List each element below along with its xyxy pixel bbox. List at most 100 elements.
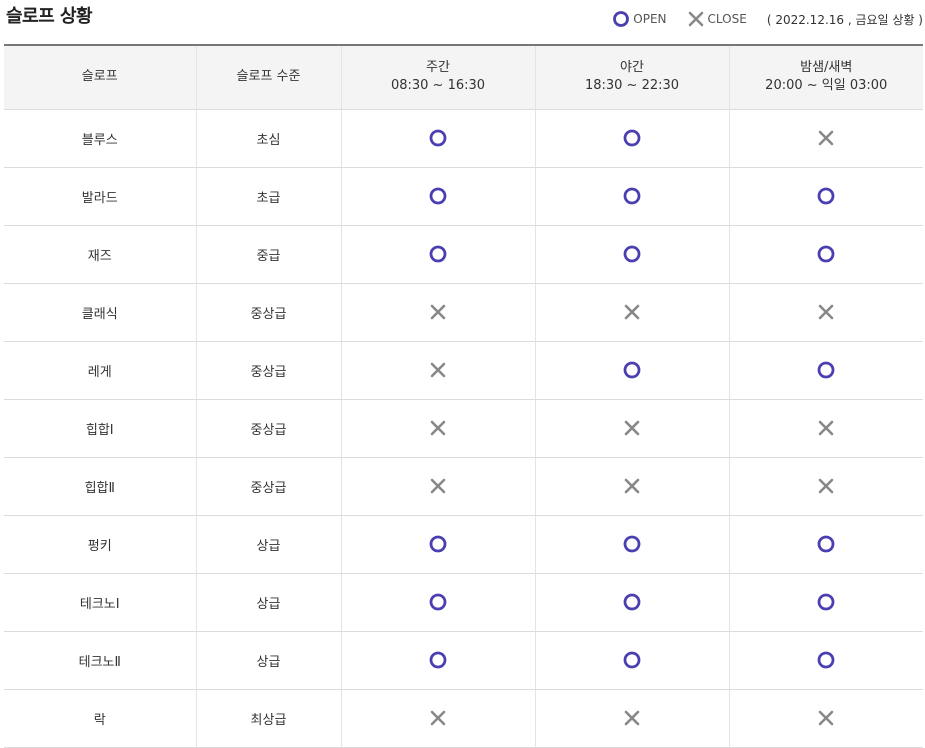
legend: OPEN CLOSE ( 2022.12.16 , 금요일 상황 ) [612, 10, 923, 28]
open-circle-icon [429, 245, 447, 263]
table-row: 클래식 중상급 [4, 283, 923, 342]
slope-name-cell: 레게 [4, 341, 196, 400]
close-x-icon [430, 420, 446, 436]
open-circle-icon [429, 651, 447, 669]
open-circle-icon [623, 651, 641, 669]
status-cell-day [340, 109, 535, 168]
close-x-icon [818, 304, 834, 320]
open-circle-icon [623, 245, 641, 263]
legend-open: OPEN [612, 10, 667, 28]
open-circle-icon [623, 361, 641, 379]
slope-name-cell: 테크노Ⅰ [4, 573, 196, 632]
open-circle-icon [429, 593, 447, 611]
slope-level-cell: 중상급 [195, 341, 341, 400]
table-row: 재즈 중급 [4, 225, 923, 284]
close-x-icon [624, 710, 640, 726]
table-row: 블루스 초심 [4, 109, 923, 168]
slope-name-cell: 테크노Ⅱ [4, 631, 196, 690]
page-header: 슬로프 상황 OPEN CLOSE ( 2022.12.16 , 금요일 상황 … [0, 0, 925, 44]
open-circle-icon [429, 535, 447, 553]
slope-name-cell: 블루스 [4, 109, 196, 168]
close-x-icon [688, 11, 703, 27]
status-cell-overnight [728, 167, 923, 226]
status-cell-night [534, 109, 729, 168]
status-cell-day [340, 457, 535, 516]
open-circle-icon [613, 11, 630, 27]
status-cell-overnight [728, 399, 923, 458]
open-circle-icon [817, 651, 835, 669]
close-x-icon [818, 420, 834, 436]
slope-status-table: 슬로프 슬로프 수준 주간 08:30 ~ 16:30 야간 18:30 ~ 22:… [4, 44, 923, 748]
table-header-row: 슬로프 슬로프 수준 주간 08:30 ~ 16:30 야간 18:30 ~ 22:… [4, 44, 923, 110]
close-x-icon [430, 362, 446, 378]
slope-level-cell: 중급 [195, 225, 341, 284]
table-row: 힙합Ⅰ 중상급 [4, 399, 923, 458]
col-header-level: 슬로프 수준 [195, 44, 341, 110]
status-date: ( 2022.12.16 , 금요일 상황 ) [766, 12, 923, 27]
open-circle-icon [817, 535, 835, 553]
status-cell-day [340, 167, 535, 226]
close-x-icon [430, 304, 446, 320]
open-circle-icon [623, 535, 641, 553]
table-row: 힙합Ⅱ 중상급 [4, 457, 923, 516]
table-row: 레게 중상급 [4, 341, 923, 400]
slope-name-cell: 클래식 [4, 283, 196, 342]
table-row: 발라드 초급 [4, 167, 923, 226]
col-header-slope: 슬로프 [4, 44, 196, 110]
status-cell-night [534, 225, 729, 284]
status-cell-overnight [728, 689, 923, 748]
open-circle-icon [623, 129, 641, 147]
col-header-night: 야간 18:30 ~ 22:30 [534, 44, 729, 110]
slope-level-cell: 중상급 [195, 399, 341, 458]
status-cell-overnight [728, 109, 923, 168]
status-cell-overnight [728, 631, 923, 690]
open-circle-icon [429, 129, 447, 147]
open-circle-icon [623, 593, 641, 611]
slope-level-cell: 상급 [195, 515, 341, 574]
status-cell-day [340, 341, 535, 400]
open-circle-icon [817, 361, 835, 379]
legend-close: CLOSE [687, 10, 747, 28]
slope-level-cell: 상급 [195, 631, 341, 690]
table-row: 테크노Ⅱ 상급 [4, 631, 923, 690]
slope-level-cell: 초심 [195, 109, 341, 168]
status-cell-night [534, 457, 729, 516]
open-circle-icon [429, 187, 447, 205]
slope-name-cell: 힙합Ⅱ [4, 457, 196, 516]
status-cell-day [340, 515, 535, 574]
status-cell-overnight [728, 457, 923, 516]
close-x-icon [818, 478, 834, 494]
page-title: 슬로프 상황 [6, 6, 93, 27]
status-cell-night [534, 689, 729, 748]
close-x-icon [818, 130, 834, 146]
slope-name-cell: 락 [4, 689, 196, 748]
close-x-icon [430, 710, 446, 726]
slope-name-cell: 발라드 [4, 167, 196, 226]
col-header-overnight: 밤샘/새벽 20:00 ~ 익일 03:00 [728, 44, 923, 110]
status-cell-day [340, 573, 535, 632]
close-x-icon [818, 710, 834, 726]
status-cell-night [534, 399, 729, 458]
status-cell-day [340, 631, 535, 690]
slope-level-cell: 초급 [195, 167, 341, 226]
col-header-day: 주간 08:30 ~ 16:30 [340, 44, 535, 110]
close-x-icon [624, 304, 640, 320]
legend-close-label: CLOSE [707, 12, 747, 26]
open-circle-icon [623, 187, 641, 205]
status-cell-night [534, 515, 729, 574]
status-cell-overnight [728, 573, 923, 632]
slope-name-cell: 펑키 [4, 515, 196, 574]
status-cell-night [534, 283, 729, 342]
status-cell-night [534, 167, 729, 226]
status-cell-overnight [728, 341, 923, 400]
open-circle-icon [817, 187, 835, 205]
open-circle-icon [817, 593, 835, 611]
slope-level-cell: 중상급 [195, 457, 341, 516]
table-row: 테크노Ⅰ 상급 [4, 573, 923, 632]
status-cell-day [340, 399, 535, 458]
slope-name-cell: 재즈 [4, 225, 196, 284]
table-row: 펑키 상급 [4, 515, 923, 574]
status-cell-night [534, 631, 729, 690]
close-x-icon [430, 478, 446, 494]
slope-level-cell: 상급 [195, 573, 341, 632]
